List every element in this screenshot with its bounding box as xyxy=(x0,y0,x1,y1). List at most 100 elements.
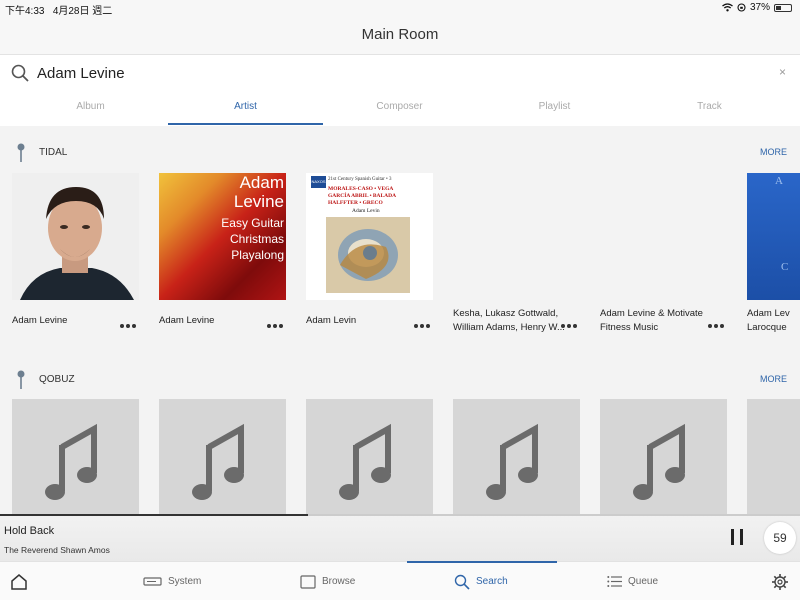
section-title: QOBUZ xyxy=(39,374,75,385)
cover-text: Adam Levin xyxy=(352,208,380,214)
cover-text: Easy Guitar xyxy=(221,216,284,230)
system-icon xyxy=(143,576,162,586)
artist-placeholder[interactable] xyxy=(159,399,286,514)
card-title: Adam Levine xyxy=(159,315,215,326)
naxos-logo: NAXOS xyxy=(311,176,326,188)
artist-placeholder[interactable] xyxy=(600,399,727,514)
more-options-icon[interactable] xyxy=(708,324,726,330)
nav-home[interactable] xyxy=(10,562,28,600)
battery-percent: 37% xyxy=(749,2,770,13)
search-category-tabs: Album Artist Composer Playlist Track xyxy=(0,91,800,126)
search-icon xyxy=(454,574,470,590)
artist-card[interactable] xyxy=(12,399,142,514)
status-indicators: 37% xyxy=(722,2,792,13)
card-title: Adam Lev xyxy=(747,308,790,319)
artist-card[interactable]: Kesha, Lukasz Gottwald, William Adams, H… xyxy=(453,173,583,333)
nav-search[interactable]: Search xyxy=(454,562,508,600)
cover-text: MORALES-CASO • VEGA xyxy=(328,186,394,192)
now-playing-title: Hold Back xyxy=(4,525,55,537)
album-cover[interactable]: Adam Levine Easy Guitar Christmas Playal… xyxy=(159,173,286,300)
clear-search-icon[interactable]: × xyxy=(779,65,786,79)
artist-placeholder[interactable] xyxy=(12,399,139,514)
artist-card[interactable] xyxy=(600,399,730,514)
now-playing-bar[interactable]: Hold Back The Reverend Shawn Amos 59 xyxy=(0,514,800,561)
card-title: Kesha, Lukasz Gottwald, xyxy=(453,308,559,319)
page-title[interactable]: Main Room xyxy=(0,16,800,54)
search-input[interactable] xyxy=(37,61,737,85)
artist-photo[interactable] xyxy=(12,173,139,300)
cover-text: 21st Century Spanish Guitar • 3 xyxy=(328,177,392,182)
nav-settings[interactable] xyxy=(771,562,789,600)
tab-playlist[interactable]: Playlist xyxy=(477,91,632,125)
artist-card[interactable]: A C Adam Lev Larocque xyxy=(747,173,800,343)
home-icon xyxy=(11,574,27,590)
search-bar: × xyxy=(0,55,800,91)
cover-text: A xyxy=(775,175,783,187)
queue-icon xyxy=(607,576,622,587)
artist-placeholder[interactable] xyxy=(306,399,433,514)
more-options-icon[interactable] xyxy=(267,324,285,330)
playback-progress[interactable] xyxy=(0,514,800,516)
artist-image-placeholder[interactable] xyxy=(453,173,580,300)
pin-icon xyxy=(17,370,25,389)
album-cover[interactable]: A C xyxy=(747,173,800,300)
artist-image-placeholder[interactable] xyxy=(600,173,727,300)
album-cover[interactable]: NAXOS 21st Century Spanish Guitar • 3 MO… xyxy=(306,173,433,300)
nav-label: System xyxy=(168,576,202,587)
artist-card[interactable] xyxy=(747,399,800,514)
pin-icon xyxy=(17,143,25,162)
orientation-lock-icon xyxy=(737,3,746,12)
now-playing-artist: The Reverend Shawn Amos xyxy=(4,545,110,555)
wifi-icon xyxy=(722,3,733,12)
tab-album[interactable]: Album xyxy=(13,91,168,125)
nav-label: Browse xyxy=(322,576,356,587)
room-header: Main Room xyxy=(0,16,800,55)
nav-label: Queue xyxy=(628,576,659,587)
card-subtitle: William Adams, Henry W... xyxy=(453,322,565,333)
artist-card[interactable] xyxy=(159,399,289,514)
music-note-icon xyxy=(339,423,391,500)
more-link[interactable]: MORE xyxy=(760,147,787,157)
artist-placeholder[interactable] xyxy=(453,399,580,514)
card-title: Adam Levin xyxy=(306,315,357,326)
artist-card[interactable] xyxy=(453,399,583,514)
tab-artist[interactable]: Artist xyxy=(168,91,323,125)
cover-artwork xyxy=(326,217,410,293)
more-link[interactable]: MORE xyxy=(760,374,787,384)
nav-queue[interactable]: Queue xyxy=(607,562,658,600)
tab-track[interactable]: Track xyxy=(632,91,787,125)
nav-label: Search xyxy=(476,576,508,587)
card-subtitle: Larocque xyxy=(747,322,787,333)
more-options-icon[interactable] xyxy=(414,324,432,330)
artist-card[interactable]: Adam Levine Easy Guitar Christmas Playal… xyxy=(159,173,289,328)
music-note-icon xyxy=(486,423,538,500)
cover-text: GARCÍA ABRIL • BALADA xyxy=(328,193,397,199)
status-time-date: 下午4:33 4月28日 週二 xyxy=(5,2,112,17)
more-options-icon[interactable] xyxy=(120,324,138,330)
more-options-icon[interactable] xyxy=(561,324,579,330)
cover-text: Playalong xyxy=(231,248,284,262)
artist-card[interactable]: Adam Levine xyxy=(12,173,142,328)
gear-icon xyxy=(772,573,788,590)
status-bar: 下午4:33 4月28日 週二 37% xyxy=(0,0,800,17)
artist-card[interactable] xyxy=(306,399,436,514)
music-note-icon xyxy=(633,423,685,500)
cover-text: Adam xyxy=(239,173,284,192)
cover-text: C xyxy=(781,261,789,273)
cover-text: Christmas xyxy=(229,232,284,246)
card-title: Adam Levine xyxy=(12,315,68,326)
nav-system[interactable]: System xyxy=(143,562,201,600)
card-title: Adam Levine & Motivate xyxy=(600,308,703,319)
artist-card[interactable]: Adam Levine & Motivate Fitness Music xyxy=(600,173,730,333)
music-note-icon xyxy=(192,423,244,500)
portrait-image xyxy=(12,173,139,300)
artist-placeholder[interactable] xyxy=(747,399,800,514)
search-results: TIDAL MORE Adam Levine Adam Levine Easy … xyxy=(0,126,800,514)
artist-card[interactable]: NAXOS 21st Century Spanish Guitar • 3 MO… xyxy=(306,173,436,328)
tab-composer[interactable]: Composer xyxy=(322,91,477,125)
cover-text: Levine xyxy=(233,192,284,211)
nav-browse[interactable]: Browse xyxy=(300,562,355,600)
card-subtitle: Fitness Music xyxy=(600,322,659,333)
pause-icon[interactable] xyxy=(731,529,743,545)
volume-button[interactable]: 59 xyxy=(764,522,796,554)
